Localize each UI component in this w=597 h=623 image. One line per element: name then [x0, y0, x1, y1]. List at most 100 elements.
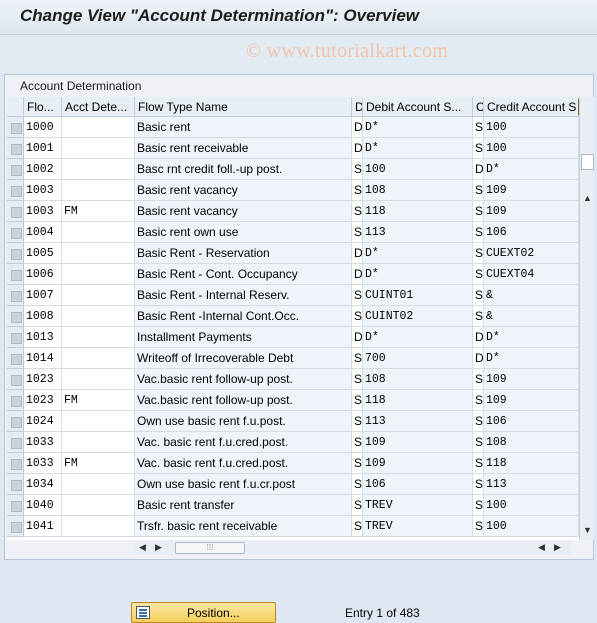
cell-debit-indicator: S [352, 432, 363, 453]
table-row[interactable]: 1000 Basic rent D D* S 100 [7, 117, 579, 138]
cell-acct-det-ref: FM [62, 201, 135, 222]
table-row[interactable]: 1024 Own use basic rent f.u.post. S 113 S 106 [7, 411, 579, 432]
cell-flow-type-name: Basic Rent - Internal Reserv. [135, 285, 352, 306]
scroll-left-icon[interactable]: ◀ [139, 542, 146, 553]
watermark: © www.tutorialkart.com [246, 40, 449, 62]
cell-acct-det-ref [62, 306, 135, 327]
cell-credit-indicator: S [473, 201, 484, 222]
cell-credit-account: 109 [484, 201, 579, 222]
cell-debit-account: 100 [363, 159, 473, 180]
vertical-scroll-thumb[interactable] [581, 154, 594, 170]
row-selector[interactable] [7, 180, 24, 201]
column-header-acct-det-ref[interactable]: Acct Dete... [62, 97, 135, 117]
table-row[interactable]: 1040 Basic rent transfer S TREV S 100 [7, 495, 579, 516]
column-header-debit-indicator[interactable]: D [352, 97, 363, 117]
cell-flow-type: 1000 [24, 117, 62, 138]
cell-debit-account: 118 [363, 201, 473, 222]
row-selector[interactable] [7, 264, 24, 285]
cell-flow-type-name: Basc rnt credit foll.-up post. [135, 159, 352, 180]
row-selector[interactable] [7, 117, 24, 138]
row-selector[interactable] [7, 369, 24, 390]
scroll-left-end-icon[interactable]: ◀ [538, 542, 545, 553]
table-row[interactable]: 1003 FM Basic rent vacancy S 118 S 109 [7, 201, 579, 222]
cell-flow-type: 1013 [24, 327, 62, 348]
table-row[interactable]: 1001 Basic rent receivable D D* S 100 [7, 138, 579, 159]
column-header-flow-type[interactable]: Flo... [24, 97, 62, 117]
cell-credit-account: 108 [484, 432, 579, 453]
vertical-scrollbar[interactable]: ▲ ▼ [579, 97, 594, 540]
select-all-header[interactable] [7, 97, 24, 117]
cell-credit-account: 100 [484, 117, 579, 138]
table-row[interactable]: 1004 Basic rent own use S 113 S 106 [7, 222, 579, 243]
cell-credit-account: 100 [484, 138, 579, 159]
row-selector[interactable] [7, 201, 24, 222]
cell-credit-indicator: S [473, 285, 484, 306]
scroll-right-icon[interactable]: ▶ [155, 542, 162, 553]
row-selector[interactable] [7, 495, 24, 516]
table-row[interactable]: 1007 Basic Rent - Internal Reserv. S CUINT0… [7, 285, 579, 306]
cell-credit-indicator: S [473, 369, 484, 390]
column-header-debit-account[interactable]: Debit Account S... [363, 97, 473, 117]
row-selector[interactable] [7, 390, 24, 411]
scroll-down-icon[interactable]: ▼ [583, 525, 592, 535]
table-row[interactable]: 1006 Basic Rent - Cont. Occupancy D D* S CUEX… [7, 264, 579, 285]
horizontal-scrollbar[interactable]: ◀ ▶ ⁞⁞⁞ ◀ ▶ [135, 540, 570, 555]
cell-debit-indicator: D [352, 264, 363, 285]
cell-flow-type-name: Basic rent own use [135, 222, 352, 243]
cell-credit-indicator: S [473, 432, 484, 453]
row-selector[interactable] [7, 306, 24, 327]
cell-credit-indicator: S [473, 495, 484, 516]
cell-debit-account: 109 [363, 432, 473, 453]
row-selector[interactable] [7, 411, 24, 432]
cell-debit-indicator: S [352, 369, 363, 390]
row-selector[interactable] [7, 138, 24, 159]
cell-acct-det-ref [62, 159, 135, 180]
cell-debit-indicator: S [352, 516, 363, 537]
row-selector[interactable] [7, 222, 24, 243]
table-row[interactable]: 1023 FM Vac.basic rent follow-up post. S 118… [7, 390, 579, 411]
cell-credit-account: CUEXT02 [484, 243, 579, 264]
column-header-flow-type-name[interactable]: Flow Type Name [135, 97, 352, 117]
cell-acct-det-ref [62, 285, 135, 306]
row-selector[interactable] [7, 474, 24, 495]
row-selector[interactable] [7, 243, 24, 264]
row-selector[interactable] [7, 432, 24, 453]
position-button[interactable]: Position... [131, 602, 276, 623]
table-row[interactable]: 1014 Writeoff of Irrecoverable Debt S 700 D D… [7, 348, 579, 369]
row-selector[interactable] [7, 327, 24, 348]
cell-flow-type: 1033 [24, 453, 62, 474]
row-selector[interactable] [7, 516, 24, 537]
table-row[interactable]: 1005 Basic Rent - Reservation D D* S CUEXT02 [7, 243, 579, 264]
column-header-credit-indicator[interactable]: C [473, 97, 484, 117]
table-row[interactable]: 1034 Own use basic rent f.u.cr.post S 106 S 1… [7, 474, 579, 495]
column-header-credit-account[interactable]: Credit Account S [484, 97, 579, 117]
cell-acct-det-ref [62, 327, 135, 348]
row-selector[interactable] [7, 348, 24, 369]
horizontal-scroll-thumb[interactable]: ⁞⁞⁞ [175, 542, 245, 554]
position-icon [136, 606, 150, 619]
cell-flow-type: 1040 [24, 495, 62, 516]
row-selector[interactable] [7, 285, 24, 306]
table-row[interactable]: 1023 Vac.basic rent follow-up post. S 108 S 1… [7, 369, 579, 390]
table-row[interactable]: 1033 FM Vac. basic rent f.u.cred.post. S 109… [7, 453, 579, 474]
account-determination-panel: Account Determination Flo... Acct Dete...… [4, 74, 594, 560]
cell-flow-type-name: Installment Payments [135, 327, 352, 348]
cell-debit-account: D* [363, 243, 473, 264]
scroll-up-icon[interactable]: ▲ [583, 193, 592, 203]
table-row[interactable]: 1013 Installment Payments D D* D D* [7, 327, 579, 348]
cell-debit-indicator: S [352, 159, 363, 180]
table-row[interactable]: 1002 Basc rnt credit foll.-up post. S 100 D D… [7, 159, 579, 180]
row-selector[interactable] [7, 159, 24, 180]
cell-flow-type-name: Vac. basic rent f.u.cred.post. [135, 432, 352, 453]
cell-credit-account: D* [484, 159, 579, 180]
table-row[interactable]: 1033 Vac. basic rent f.u.cred.post. S 109 S 1… [7, 432, 579, 453]
table-row[interactable]: 1041 Trsfr. basic rent receivable S TREV S 10… [7, 516, 579, 537]
scroll-right-end-icon[interactable]: ▶ [554, 542, 561, 553]
cell-flow-type: 1034 [24, 474, 62, 495]
row-selector[interactable] [7, 453, 24, 474]
table-row[interactable]: 1008 Basic Rent -Internal Cont.Occ. S CUINT… [7, 306, 579, 327]
cell-credit-indicator: S [473, 264, 484, 285]
cell-credit-account: 118 [484, 453, 579, 474]
cell-flow-type: 1007 [24, 285, 62, 306]
table-row[interactable]: 1003 Basic rent vacancy S 108 S 109 [7, 180, 579, 201]
